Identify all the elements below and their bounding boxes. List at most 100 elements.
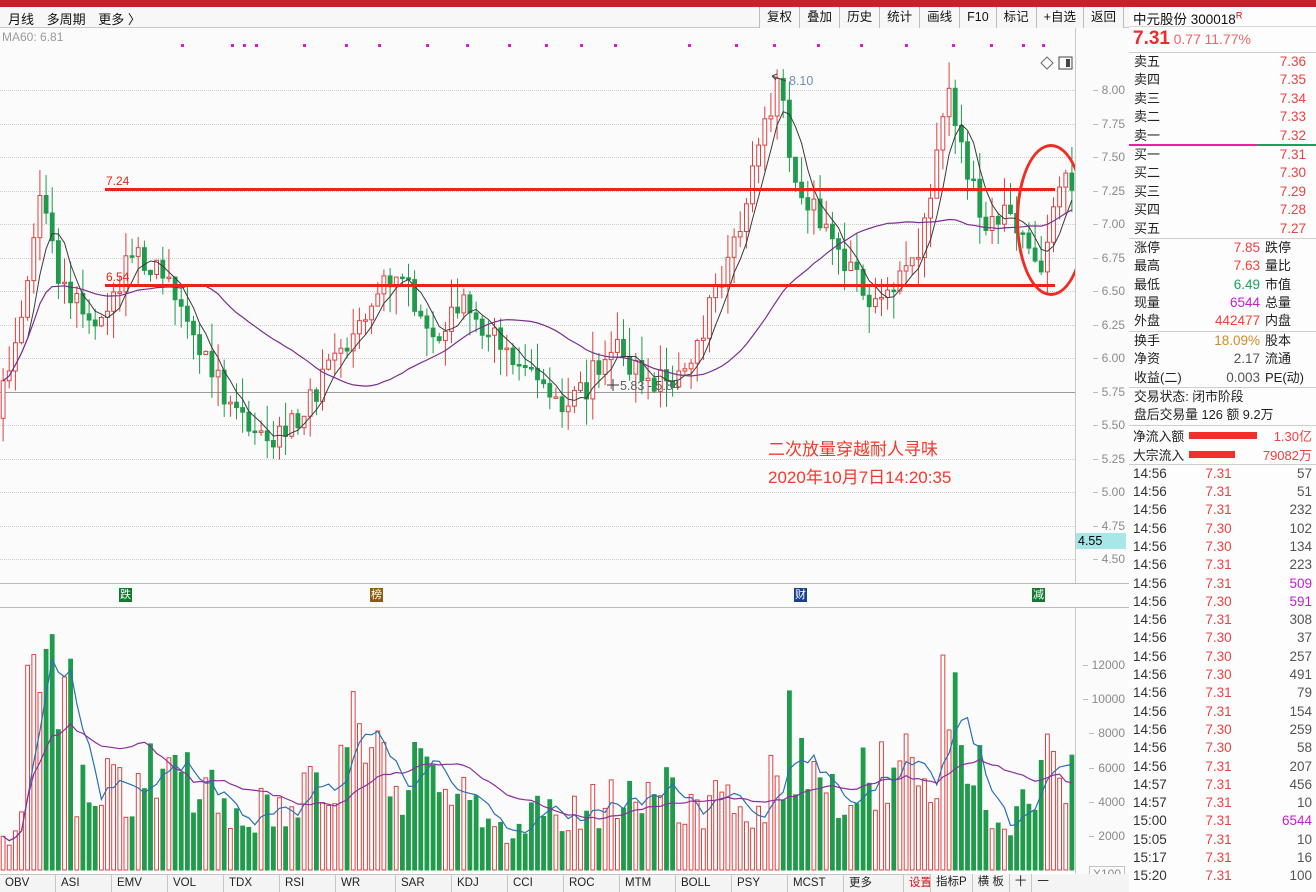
indicator-RSI[interactable]: RSI: [280, 875, 336, 892]
ask-row[interactable]: 卖四 7.35: [1129, 71, 1316, 89]
tick-list[interactable]: 14:56 7.31 57 14:56 7.31 51 14:56 7.31 232 14:56 7…: [1129, 465, 1316, 886]
button-huaxian[interactable]: 画线: [919, 7, 960, 28]
tick-volume: 100: [1289, 868, 1312, 884]
flag-marker-bang[interactable]: 榜: [370, 588, 383, 602]
indicator-BOLL[interactable]: BOLL: [676, 875, 732, 892]
tick-price: 7.31: [1205, 502, 1232, 518]
tick-row[interactable]: 15:20 7.31 100: [1129, 867, 1316, 885]
button-back[interactable]: 返回: [1082, 7, 1124, 28]
flag-marker-cai[interactable]: 财: [794, 588, 807, 602]
price-tick: 4.75: [1092, 518, 1125, 533]
tick-row[interactable]: 14:57 7.31 456: [1129, 776, 1316, 794]
bid-row[interactable]: 买二 7.30: [1129, 164, 1316, 182]
menu-item-month[interactable]: 月线: [8, 12, 34, 27]
ask-row[interactable]: 卖五 7.36: [1129, 53, 1316, 71]
tick-row[interactable]: 14:56 7.31 308: [1129, 611, 1316, 629]
title-bar: [0, 0, 1316, 7]
stat-value: 7.85: [1233, 239, 1260, 255]
tick-row[interactable]: 14:56 7.31 79: [1129, 684, 1316, 702]
support-line: [105, 284, 1055, 287]
tick-row[interactable]: 14:56 7.30 257: [1129, 648, 1316, 666]
stat2-row: 净资 2.17 流通: [1129, 350, 1316, 368]
price-tick: 6.00: [1092, 351, 1125, 365]
tick-price: 7.31: [1205, 685, 1232, 701]
button-biaoji[interactable]: 标记: [995, 7, 1036, 28]
bid-price: 7.30: [1279, 165, 1306, 181]
indicator-MCST[interactable]: MCST: [788, 875, 844, 892]
stock-code: 300018: [1190, 12, 1236, 27]
indicator-PSY[interactable]: PSY: [732, 875, 788, 892]
tick-row[interactable]: 14:56 7.30 134: [1129, 538, 1316, 556]
menu-bar: 月线 多周期 更多 〉 复权 叠加 历史 统计 画线 F10 标记 +自选 返回: [0, 7, 1316, 28]
ask-row[interactable]: 卖二 7.33: [1129, 108, 1316, 126]
tick-row[interactable]: 14:56 7.31 207: [1129, 758, 1316, 776]
chart-area[interactable]: MA60: 6.81 7.24 6.54 8.10 5.83 - 5.84 二次…: [0, 28, 1129, 892]
tick-row[interactable]: 14:56 7.30 491: [1129, 666, 1316, 684]
indicator-OBV[interactable]: OBV: [0, 875, 56, 892]
tick-row[interactable]: 14:56 7.31 509: [1129, 575, 1316, 593]
tick-row[interactable]: 14:56 7.30 37: [1129, 629, 1316, 647]
indicator-EMV[interactable]: EMV: [112, 875, 168, 892]
button-fuquan[interactable]: 复权: [759, 7, 800, 28]
stat2-row: 收益(二) 0.003 PE(动): [1129, 369, 1316, 387]
button-lishi[interactable]: 历史: [839, 7, 880, 28]
flag-marker-die[interactable]: 跌: [119, 588, 132, 602]
bottom-control-横 板[interactable]: 横 板: [971, 874, 1009, 892]
menu-item-more[interactable]: 更多 〉: [98, 12, 141, 27]
button-f10[interactable]: F10: [959, 7, 996, 28]
tick-row[interactable]: 14:56 7.31 223: [1129, 556, 1316, 574]
volume-series: [0, 634, 1075, 871]
tick-row[interactable]: 14:56 7.31 57: [1129, 465, 1316, 483]
indicator-ASI[interactable]: ASI: [56, 875, 112, 892]
indicator-更多[interactable]: 更多: [844, 875, 904, 892]
support-label: 6.54: [106, 270, 130, 284]
tick-row[interactable]: 14:56 7.30 259: [1129, 721, 1316, 739]
tick-row[interactable]: 15:00 7.31 6544: [1129, 812, 1316, 830]
tick-row[interactable]: 15:17 7.31 16: [1129, 849, 1316, 867]
stat2-label: 净资: [1134, 351, 1161, 367]
button-diejia[interactable]: 叠加: [799, 7, 840, 28]
tick-row[interactable]: 14:56 7.30 102: [1129, 520, 1316, 538]
indicator-MTM[interactable]: MTM: [620, 875, 676, 892]
tick-time: 14:56: [1133, 630, 1167, 646]
bid-row[interactable]: 买四 7.28: [1129, 201, 1316, 219]
indicator-SAR[interactable]: SAR: [396, 875, 452, 892]
stat-row: 涨停 7.85 跌停: [1129, 239, 1316, 257]
flag-marker-jian[interactable]: 减: [1032, 588, 1045, 602]
tick-price: 7.30: [1205, 740, 1232, 756]
tick-volume: 6544: [1281, 813, 1312, 829]
tick-row[interactable]: 15:05 7.31 10: [1129, 831, 1316, 849]
tick-row[interactable]: 14:56 7.31 51: [1129, 483, 1316, 501]
resistance-line: [105, 188, 1055, 191]
bid-row[interactable]: 买三 7.29: [1129, 183, 1316, 201]
tick-price: 7.31: [1205, 776, 1232, 792]
ask-row[interactable]: 卖一 7.32: [1129, 127, 1316, 145]
button-add-watchlist[interactable]: +自选: [1035, 7, 1083, 28]
menu-item-multiperiod[interactable]: 多周期: [47, 12, 86, 27]
indicator-VOL[interactable]: VOL: [168, 875, 224, 892]
ask-row[interactable]: 卖三 7.34: [1129, 90, 1316, 108]
bottom-control-指标P[interactable]: 指标P: [930, 874, 972, 892]
tick-price: 7.31: [1205, 795, 1232, 811]
tick-row[interactable]: 14:56 7.30 591: [1129, 593, 1316, 611]
indicator-CCI[interactable]: CCI: [508, 875, 564, 892]
bid-row[interactable]: 买一 7.31: [1129, 146, 1316, 164]
tick-row[interactable]: 14:56 7.31 154: [1129, 703, 1316, 721]
indicator-WR[interactable]: WR: [336, 875, 396, 892]
indicator-KDJ[interactable]: KDJ: [452, 875, 508, 892]
indicator-ROC[interactable]: ROC: [564, 875, 620, 892]
peak-price-label: 8.10: [789, 74, 814, 88]
bid-row[interactable]: 买五 7.27: [1129, 220, 1316, 238]
tick-row[interactable]: 14:56 7.30 58: [1129, 739, 1316, 757]
volume-pane[interactable]: 12000 10000 8000 6000 4000 2000: [0, 608, 1129, 883]
tick-row[interactable]: 14:56 7.31 232: [1129, 501, 1316, 519]
bottom-control-一[interactable]: 一: [1031, 874, 1054, 892]
button-tongji[interactable]: 统计: [879, 7, 920, 28]
chart-mode-icons[interactable]: [1040, 56, 1074, 70]
candlestick-pane[interactable]: MA60: 6.81 7.24 6.54 8.10 5.83 - 5.84 二次…: [0, 28, 1129, 584]
bottom-control-十[interactable]: 十: [1008, 874, 1032, 892]
tick-volume: 134: [1289, 539, 1312, 554]
after-hours-volume: 盘后交易量 126 额 9.2万: [1134, 407, 1274, 423]
tick-row[interactable]: 14:57 7.31 10: [1129, 794, 1316, 812]
indicator-TDX[interactable]: TDX: [224, 875, 280, 892]
